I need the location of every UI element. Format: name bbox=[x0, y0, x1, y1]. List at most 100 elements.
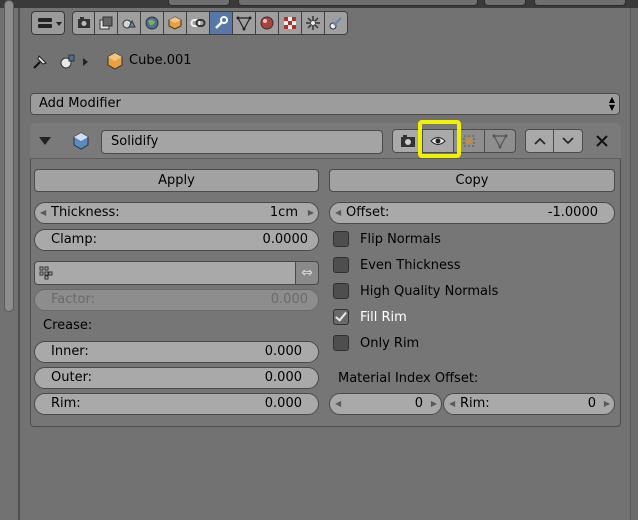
vertex-group-field[interactable]: ⇔ bbox=[34, 261, 319, 285]
right-region-edge bbox=[630, 8, 638, 520]
inner-label: Inner: bbox=[51, 344, 89, 359]
add-modifier-dropdown[interactable]: Add Modifier ▲ ▼ bbox=[30, 93, 620, 115]
add-modifier-label: Add Modifier bbox=[39, 96, 121, 111]
object-icon bbox=[168, 16, 182, 30]
properties-tabs bbox=[72, 11, 348, 35]
move-buttons bbox=[525, 129, 583, 153]
texture-icon bbox=[284, 17, 296, 29]
move-down-button[interactable] bbox=[554, 129, 583, 153]
increment-arrow-icon[interactable]: ▶ bbox=[308, 203, 314, 223]
scene-data-icon bbox=[60, 54, 75, 69]
inner-value: 0.000 bbox=[264, 344, 302, 359]
increment-arrow-icon[interactable]: ▶ bbox=[604, 394, 610, 414]
top-tab[interactable] bbox=[534, 0, 626, 6]
arrow-up-icon bbox=[533, 137, 546, 145]
clamp-field[interactable]: Clamp: 0.0000 bbox=[34, 229, 319, 251]
only-rim-checkbox[interactable]: Only Rim bbox=[333, 333, 419, 353]
tab-texture[interactable] bbox=[279, 11, 302, 35]
material-icon bbox=[260, 16, 274, 30]
tab-material[interactable] bbox=[256, 11, 279, 35]
panel-divider bbox=[18, 8, 20, 520]
editmode-icon bbox=[463, 135, 475, 147]
offset-field[interactable]: ◀ Offset: -1.0000 bbox=[329, 202, 615, 224]
scrollbar[interactable] bbox=[4, 0, 14, 312]
fill-rim-checkbox[interactable]: Fill Rim bbox=[333, 307, 407, 327]
material-index-offset-heading: Material Index Offset: bbox=[338, 371, 479, 386]
physics-icon bbox=[329, 17, 342, 30]
vertices-icon bbox=[492, 134, 508, 149]
highlight-box bbox=[418, 120, 461, 158]
checkbox-box[interactable] bbox=[333, 231, 349, 247]
crease-rim-field[interactable]: Rim: 0.000 bbox=[34, 393, 319, 415]
checkbox-checked[interactable] bbox=[333, 309, 349, 325]
modifier-name-field[interactable]: Solidify bbox=[101, 130, 383, 154]
rim-label: Rim: bbox=[51, 396, 81, 411]
outer-label: Outer: bbox=[51, 370, 93, 385]
crease-inner-field[interactable]: Inner: 0.000 bbox=[34, 341, 319, 363]
high-quality-normals-label: High Quality Normals bbox=[360, 283, 499, 299]
decrement-arrow-icon[interactable]: ◀ bbox=[449, 394, 455, 414]
render-icon bbox=[77, 17, 90, 28]
thickness-value: 1cm bbox=[269, 205, 298, 220]
decrement-arrow-icon[interactable]: ◀ bbox=[40, 203, 46, 223]
tab-constraints[interactable] bbox=[187, 11, 210, 35]
tab-data[interactable] bbox=[233, 11, 256, 35]
remove-modifier-icon[interactable] bbox=[595, 134, 609, 148]
material-rim-label: Rim: bbox=[460, 396, 490, 411]
crease-outer-field[interactable]: Outer: 0.000 bbox=[34, 367, 319, 389]
checkbox-box[interactable] bbox=[333, 257, 349, 273]
thickness-field[interactable]: ◀ Thickness: 1cm ▶ bbox=[34, 202, 319, 224]
tab-scene[interactable] bbox=[118, 11, 141, 35]
decrement-arrow-icon[interactable]: ◀ bbox=[335, 203, 341, 223]
tab-modifiers[interactable] bbox=[210, 11, 233, 35]
outer-value: 0.000 bbox=[264, 370, 302, 385]
material-offset-value: 0 bbox=[414, 396, 423, 411]
tab-object[interactable] bbox=[164, 11, 187, 35]
top-tab[interactable] bbox=[238, 0, 478, 6]
editor-type-button[interactable] bbox=[31, 11, 65, 35]
mesh-data-icon bbox=[236, 16, 252, 31]
tab-world[interactable] bbox=[141, 11, 164, 35]
factor-field: Factor: 0.000 bbox=[34, 289, 319, 311]
material-rim-offset-field[interactable]: ◀ Rim: 0 ▶ bbox=[443, 393, 615, 415]
breadcrumb-arrow-icon bbox=[83, 58, 88, 66]
tab-particles[interactable] bbox=[302, 11, 325, 35]
invert-vertex-group-button[interactable]: ⇔ bbox=[295, 261, 319, 285]
high-quality-normals-checkbox[interactable]: High Quality Normals bbox=[333, 281, 498, 301]
tab-render[interactable] bbox=[72, 11, 95, 35]
pin-icon[interactable] bbox=[31, 51, 51, 71]
clamp-value: 0.0000 bbox=[262, 232, 309, 247]
solidify-modifier-icon bbox=[73, 132, 89, 150]
move-up-button[interactable] bbox=[525, 129, 554, 153]
top-tab[interactable] bbox=[168, 0, 230, 6]
material-offset-field[interactable]: ◀ 0 ▶ bbox=[329, 393, 442, 415]
tab-physics[interactable] bbox=[325, 11, 348, 35]
top-tab[interactable] bbox=[484, 0, 526, 6]
tab-render-layers[interactable] bbox=[95, 11, 118, 35]
decrement-arrow-icon[interactable]: ◀ bbox=[335, 394, 341, 414]
checkbox-box[interactable] bbox=[333, 335, 349, 351]
only-rim-label: Only Rim bbox=[360, 335, 420, 351]
collapse-triangle-icon[interactable] bbox=[38, 135, 52, 147]
clamp-label: Clamp: bbox=[51, 232, 97, 247]
factor-value: 0.000 bbox=[270, 292, 308, 307]
checkbox-box[interactable] bbox=[333, 283, 349, 299]
object-name: Cube.001 bbox=[129, 53, 192, 68]
copy-button[interactable]: Copy bbox=[329, 169, 615, 192]
wrench-icon bbox=[215, 16, 228, 29]
arrow-down-icon bbox=[562, 137, 574, 145]
factor-label: Factor: bbox=[51, 292, 95, 307]
apply-button[interactable]: Apply bbox=[34, 169, 319, 192]
object-cube-icon bbox=[107, 52, 123, 70]
material-rim-value: 0 bbox=[587, 396, 596, 411]
fill-rim-label: Fill Rim bbox=[360, 309, 407, 325]
increment-arrow-icon[interactable]: ▶ bbox=[431, 394, 437, 414]
even-thickness-checkbox[interactable]: Even Thickness bbox=[333, 255, 461, 275]
flip-normals-checkbox[interactable]: Flip Normals bbox=[333, 229, 441, 249]
scene-icon bbox=[122, 19, 136, 29]
cage-toggle-button[interactable] bbox=[485, 129, 516, 153]
vertex-group-icon bbox=[39, 266, 53, 280]
offset-value: -1.0000 bbox=[547, 205, 598, 220]
flip-normals-label: Flip Normals bbox=[360, 231, 441, 247]
thickness-label: Thickness: bbox=[51, 205, 120, 220]
